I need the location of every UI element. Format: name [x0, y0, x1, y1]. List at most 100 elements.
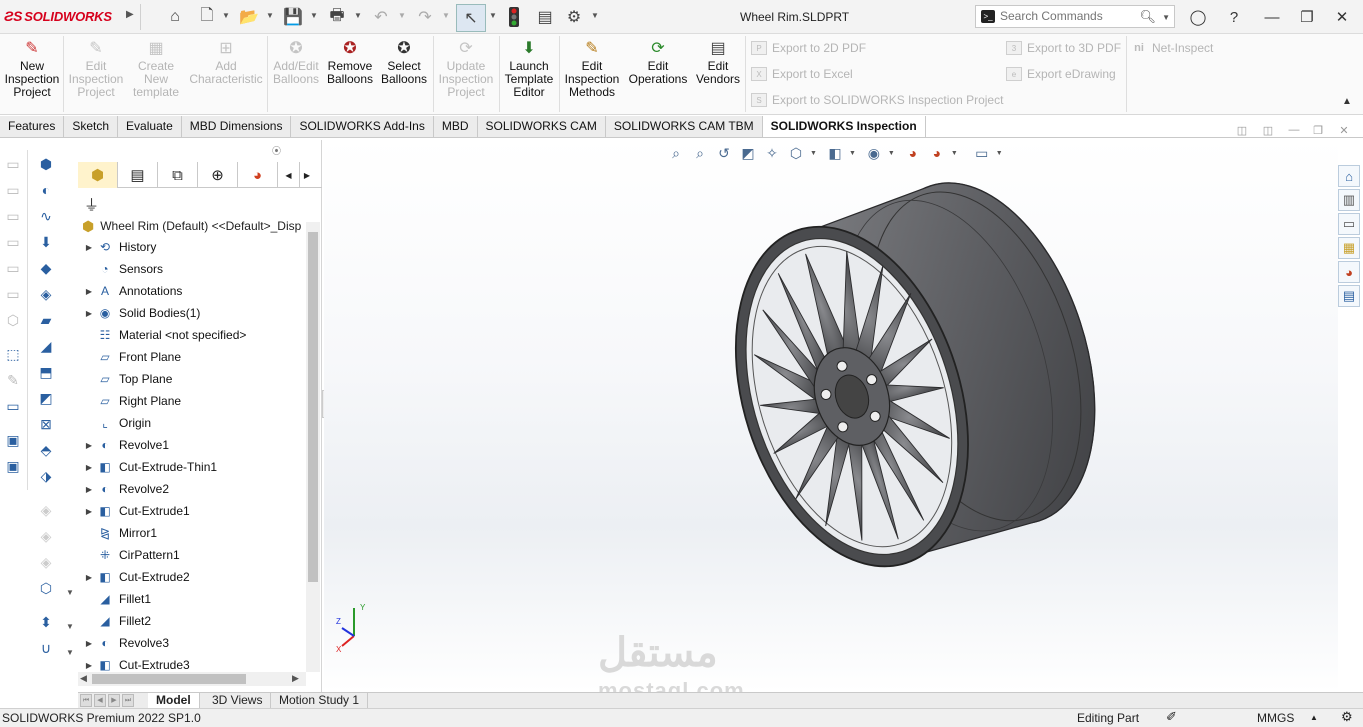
tab-mbd[interactable]: MBD: [433, 116, 478, 138]
edit-tool-icon[interactable]: ✎: [3, 370, 23, 390]
chevron-down-icon[interactable]: ▼: [810, 150, 817, 157]
view-orientation-icon[interactable]: ⬡: [786, 144, 806, 162]
chevron-down-icon[interactable]: ▼: [951, 150, 958, 157]
tab-3d-views[interactable]: 3D Views: [204, 693, 272, 709]
tree-item-right-plane[interactable]: ▱ Right Plane: [82, 390, 304, 412]
revolve-icon[interactable]: ◐: [36, 180, 56, 200]
tree-item-cut-extrude2[interactable]: ▶ ◧ Cut-Extrude2: [82, 566, 304, 588]
tab-solidworks-cam-tbm[interactable]: SOLIDWORKS CAM TBM: [605, 116, 763, 138]
update-inspection-project-button[interactable]: ⟳ Update Inspection Project: [436, 38, 496, 99]
section-view-icon[interactable]: ◩: [738, 144, 758, 162]
chevron-down-icon[interactable]: ▼: [591, 11, 599, 20]
rebuild-traffic-light-icon[interactable]: [503, 6, 525, 28]
tree-item-cut-extrude3[interactable]: ▶ ◧ Cut-Extrude3: [82, 654, 304, 672]
tab-solidworks-add-ins[interactable]: SOLIDWORKS Add-Ins: [291, 116, 434, 138]
tree-item-material[interactable]: ☷ Material <not specified>: [82, 324, 304, 346]
expand-arrow-icon[interactable]: ▶: [82, 639, 96, 648]
tab-features[interactable]: Features: [0, 116, 65, 138]
chevron-down-icon[interactable]: ▼: [310, 11, 318, 20]
sketch-icon[interactable]: ▭: [3, 284, 23, 304]
options-gear-icon[interactable]: ⚙: [563, 6, 585, 28]
sketch-icon[interactable]: ▭: [3, 180, 23, 200]
open-icon[interactable]: 📂: [238, 6, 260, 28]
tree-item-cirpattern1[interactable]: ⁜ CirPattern1: [82, 544, 304, 566]
display-style-icon[interactable]: ◧: [825, 144, 845, 162]
tree-item-origin[interactable]: ⌞ Origin: [82, 412, 304, 434]
undo-icon[interactable]: ↶: [370, 6, 392, 28]
horizontal-scroll-thumb[interactable]: [92, 674, 246, 684]
add-edit-balloons-button[interactable]: ✪ Add/Edit Balloons: [270, 38, 322, 86]
expand-arrow-icon[interactable]: ▶: [82, 507, 96, 516]
view-settings-icon[interactable]: ▭: [972, 144, 992, 162]
curves-icon[interactable]: ∪: [36, 638, 56, 658]
apply-scene-icon[interactable]: ◕: [927, 144, 947, 162]
tab-model[interactable]: Model: [148, 693, 200, 709]
expand-arrow-icon[interactable]: ▶: [82, 485, 96, 494]
hide-show-items-icon[interactable]: ◉: [864, 144, 884, 162]
chevron-up-icon[interactable]: ▲: [1310, 713, 1318, 722]
tree-item-annotations[interactable]: ▶ A Annotations: [82, 280, 304, 302]
chevron-down-icon[interactable]: ▼: [849, 150, 856, 157]
search-commands-box[interactable]: >_ 🔍︎ ▼: [975, 5, 1175, 28]
print-icon[interactable]: 🖶: [326, 6, 348, 28]
chevron-down-icon[interactable]: ▼: [60, 582, 80, 602]
edit-inspection-methods-button[interactable]: ✎ Edit Inspection Methods: [562, 38, 622, 99]
zoom-to-area-icon[interactable]: ⌕: [690, 144, 710, 162]
units-system[interactable]: MMGS: [1257, 711, 1294, 725]
tab-solidworks-inspection[interactable]: SOLIDWORKS Inspection: [762, 116, 926, 138]
export-edrawing-button[interactable]: e Export eDrawing: [1006, 67, 1116, 81]
tree-item-history[interactable]: ▶ ⟲ History: [82, 236, 304, 258]
solidworks-logo[interactable]: ƧS SOLIDWORKS: [4, 8, 112, 24]
tree-item-mirror1[interactable]: ⧎ Mirror1: [82, 522, 304, 544]
new-document-icon[interactable]: 🗋: [196, 6, 218, 28]
chevron-down-icon[interactable]: ▼: [1162, 13, 1170, 22]
select-balloons-button[interactable]: ✪ Select Balloons: [379, 38, 429, 86]
expand-arrow-icon[interactable]: ▶: [82, 573, 96, 582]
configuration-manager-tab-icon[interactable]: ⧉: [158, 162, 198, 188]
wrap-icon[interactable]: ⬘: [36, 440, 56, 460]
scroll-left-icon[interactable]: ◀: [80, 673, 87, 684]
dimxpert-manager-tab-icon[interactable]: ⊕: [198, 162, 238, 188]
save-icon[interactable]: 💾: [282, 6, 304, 28]
chevron-down-icon[interactable]: ▼: [888, 150, 895, 157]
user-account-icon[interactable]: ◯: [1186, 5, 1210, 29]
tree-item-cut-extrude1[interactable]: ▶ ◧ Cut-Extrude1: [82, 500, 304, 522]
menu-expand-icon[interactable]: ▶: [126, 9, 134, 20]
launch-template-editor-button[interactable]: ⬇ Launch Template Editor: [502, 38, 556, 99]
sketch-icon[interactable]: ⬡: [3, 310, 23, 330]
chevron-down-icon[interactable]: ▼: [398, 11, 406, 20]
file-explorer-icon[interactable]: ▭: [1338, 213, 1360, 235]
remove-balloons-button[interactable]: ✪ Remove Balloons: [325, 38, 375, 86]
paste-tool-icon[interactable]: ▣: [3, 456, 23, 476]
vertical-scroll-thumb[interactable]: [308, 232, 318, 582]
tree-item-revolve2[interactable]: ▶ ◐ Revolve2: [82, 478, 304, 500]
previous-tab-icon[interactable]: ◀: [94, 694, 106, 707]
shell-icon[interactable]: ⬒: [36, 362, 56, 382]
chevron-down-icon[interactable]: ▼: [60, 642, 80, 662]
select-tool-icon[interactable]: ⬚: [3, 344, 23, 364]
tree-item-solid-bodies[interactable]: ▶ ◉ Solid Bodies(1): [82, 302, 304, 324]
fillet-icon[interactable]: ◢: [36, 336, 56, 356]
sketch-icon[interactable]: ▭: [3, 154, 23, 174]
loft-icon[interactable]: ⬇: [36, 232, 56, 252]
feature-manager-tab-icon[interactable]: ⬢: [78, 162, 118, 188]
plane-icon[interactable]: ▰: [36, 310, 56, 330]
design-library-icon[interactable]: ▥: [1338, 189, 1360, 211]
minimize-view-icon[interactable]: —: [1286, 124, 1302, 140]
expand-arrow-icon[interactable]: ▶: [82, 309, 96, 318]
help-icon[interactable]: ?: [1222, 5, 1246, 29]
tab-motion-study-1[interactable]: Motion Study 1: [271, 693, 369, 709]
panel-grip-icon[interactable]: ⦿: [272, 144, 281, 157]
graphics-area[interactable]: Y Z X: [324, 138, 1338, 692]
boundary-icon[interactable]: ◆: [36, 258, 56, 278]
chevron-down-icon[interactable]: ▼: [489, 11, 497, 20]
reference-geometry-icon[interactable]: ⬍: [36, 612, 56, 632]
tree-item-revolve1[interactable]: ▶ ◐ Revolve1: [82, 434, 304, 456]
expand-arrow-icon[interactable]: ▶: [82, 287, 96, 296]
chevron-down-icon[interactable]: ▼: [266, 11, 274, 20]
last-tab-icon[interactable]: ⏭: [122, 694, 134, 707]
edit-appearance-icon[interactable]: ◕: [903, 144, 923, 162]
search-input[interactable]: [1000, 9, 1140, 23]
cut-icon[interactable]: ◈: [36, 284, 56, 304]
tree-item-fillet1[interactable]: ◢ Fillet1: [82, 588, 304, 610]
